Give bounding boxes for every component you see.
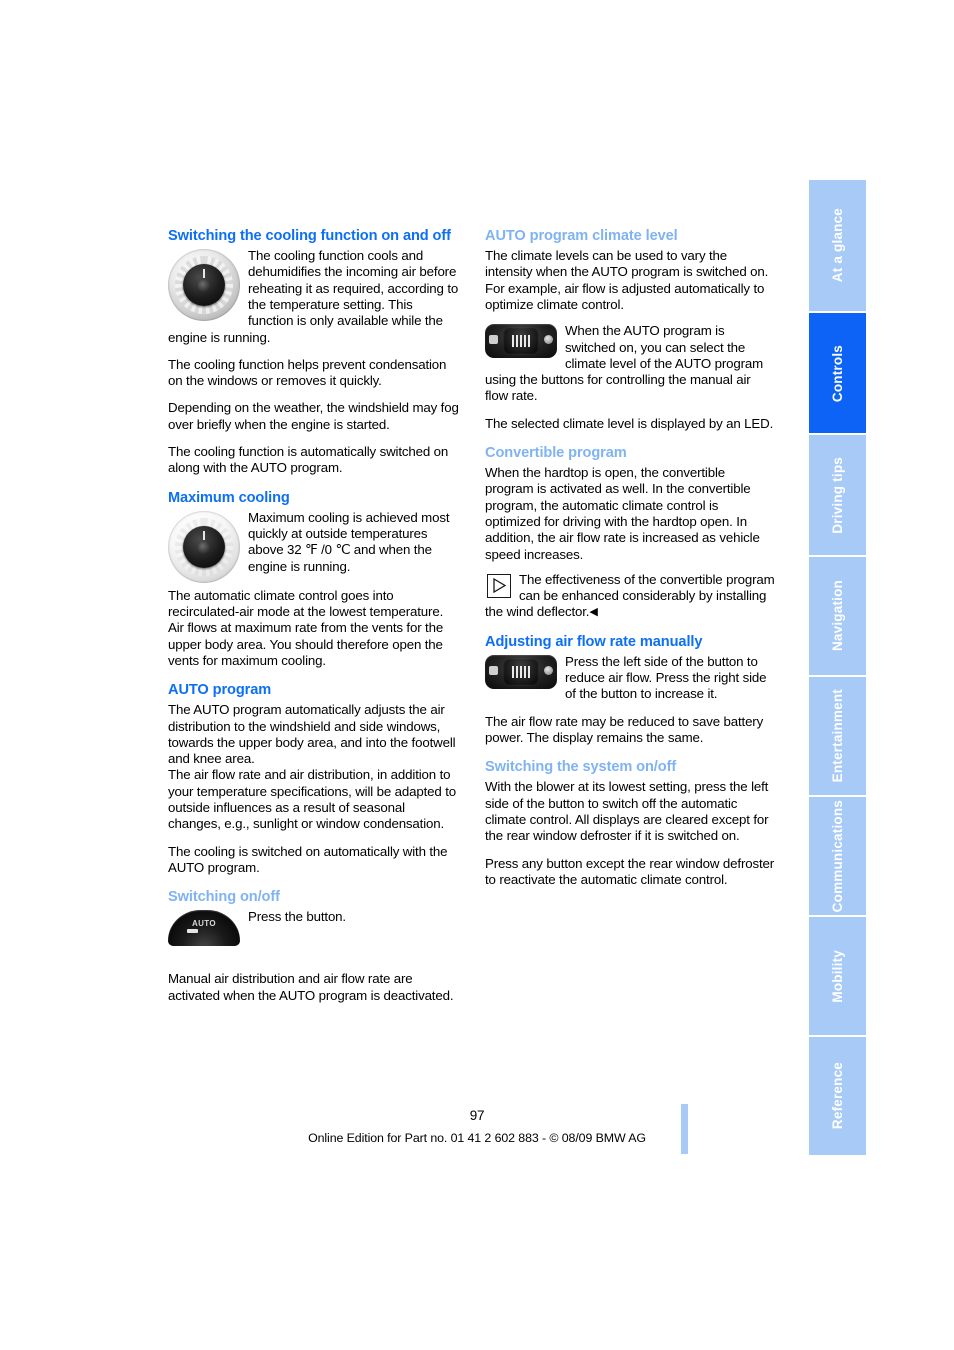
rotary-knob-icon bbox=[168, 510, 240, 583]
tab-label: Driving tips bbox=[830, 456, 846, 534]
section-heading: Convertible program bbox=[485, 445, 627, 462]
footer-accent-bar bbox=[681, 1104, 688, 1154]
figure-block: Press the left side of the button to red… bbox=[485, 654, 776, 703]
paragraph: The automatic climate control goes into … bbox=[168, 587, 444, 668]
section-heading: AUTO program bbox=[168, 682, 272, 699]
section-switching-on-off: Switching on/off AUTO Press the button. … bbox=[168, 889, 459, 1004]
tab-entertainment[interactable]: Entertainment bbox=[809, 676, 866, 797]
tab-label: At a glance bbox=[830, 208, 846, 283]
paragraph: When the hardtop is open, the convertibl… bbox=[485, 465, 760, 562]
section-tab-strip: At a glance Controls Driving tips Naviga… bbox=[809, 180, 866, 1155]
figure-block: Maximum cooling is achieved most quickly… bbox=[168, 510, 459, 584]
left-text-column: Switching the cooling function on and of… bbox=[168, 228, 459, 1015]
right-text-column: AUTO program climate level The climate l… bbox=[485, 228, 776, 899]
tab-driving-tips[interactable]: Driving tips bbox=[809, 435, 866, 557]
tab-label: Entertainment bbox=[830, 689, 846, 783]
paragraph: The cooling is switched on automatically… bbox=[168, 843, 448, 875]
section-heading: Switching the system on/off bbox=[485, 759, 677, 776]
paragraph: The cooling function is automatically sw… bbox=[168, 444, 449, 476]
tab-label: Navigation bbox=[830, 580, 846, 652]
section-heading: Maximum cooling bbox=[168, 489, 290, 506]
note-block: The effectiveness of the convertible pro… bbox=[485, 572, 776, 621]
paragraph: The air flow rate may be reduced to save… bbox=[485, 713, 764, 746]
manual-page: At a glance Controls Driving tips Naviga… bbox=[0, 0, 954, 1350]
paragraph: The climate levels can be used to vary t… bbox=[485, 248, 769, 312]
tab-controls[interactable]: Controls bbox=[809, 313, 866, 436]
section-maximum-cooling: Maximum cooling Maximum cooling is achie… bbox=[168, 490, 459, 670]
auto-button-icon: AUTO bbox=[168, 910, 240, 947]
fan-rocker-button-icon bbox=[485, 324, 557, 359]
note-play-triangle-icon bbox=[487, 573, 511, 598]
tab-navigation[interactable]: Navigation bbox=[809, 556, 866, 677]
section-heading: Switching the cooling function on and of… bbox=[168, 228, 451, 244]
section-auto-program: AUTO program The AUTO program automatica… bbox=[168, 682, 459, 876]
paragraph: The cooling function helps prevent conde… bbox=[168, 356, 447, 389]
footer-edition-notice: Online Edition for Part no. 01 41 2 602 … bbox=[308, 1131, 646, 1145]
tab-at-a-glance[interactable]: At a glance bbox=[809, 180, 866, 314]
section-auto-climate-level: AUTO program climate level The climate l… bbox=[485, 228, 776, 432]
rotary-knob-icon bbox=[168, 249, 240, 322]
tab-communications[interactable]: Communications bbox=[809, 796, 866, 917]
paragraph: Press any button except the rear window … bbox=[485, 855, 775, 887]
paragraph: Depending on the weather, the windshield… bbox=[168, 400, 459, 432]
section-switching-system-on-off: Switching the system on/off With the blo… bbox=[485, 759, 776, 888]
tab-mobility[interactable]: Mobility bbox=[809, 916, 866, 1037]
tab-label: Controls bbox=[830, 344, 846, 402]
note-body: The effectiveness of the convertible pro… bbox=[485, 571, 775, 620]
figure-block: The cooling function cools and dehumidif… bbox=[168, 248, 459, 346]
note-end-marker: ◀ bbox=[589, 606, 598, 619]
paragraph: With the blower at its lowest setting, p… bbox=[485, 779, 769, 844]
fan-rocker-button-icon bbox=[485, 654, 557, 689]
section-switching-cooling: Switching the cooling function on and of… bbox=[168, 228, 459, 477]
paragraph: Manual air distribution and air flow rat… bbox=[168, 971, 454, 1003]
section-heading: Switching on/off bbox=[168, 889, 280, 906]
note-text: The effectiveness of the convertible pro… bbox=[485, 572, 776, 621]
paragraph: The air flow rate and air distribution, … bbox=[168, 767, 456, 832]
tab-label: Mobility bbox=[830, 949, 846, 1003]
tab-label: Communications bbox=[830, 799, 846, 913]
figure-block: AUTO Press the button. bbox=[168, 909, 459, 947]
section-convertible-program: Convertible program When the hardtop is … bbox=[485, 445, 776, 621]
section-heading: Adjusting air flow rate manually bbox=[485, 633, 703, 650]
section-heading: AUTO program climate level bbox=[485, 228, 678, 244]
paragraph: The selected climate level is displayed … bbox=[485, 415, 774, 431]
paragraph: The AUTO program automatically adjusts t… bbox=[168, 702, 456, 767]
section-adjusting-air-flow: Adjusting air flow rate manually Press t… bbox=[485, 634, 776, 747]
page-number: 97 bbox=[469, 1108, 485, 1123]
figure-block: When the AUTO program is switched on, yo… bbox=[485, 323, 776, 404]
